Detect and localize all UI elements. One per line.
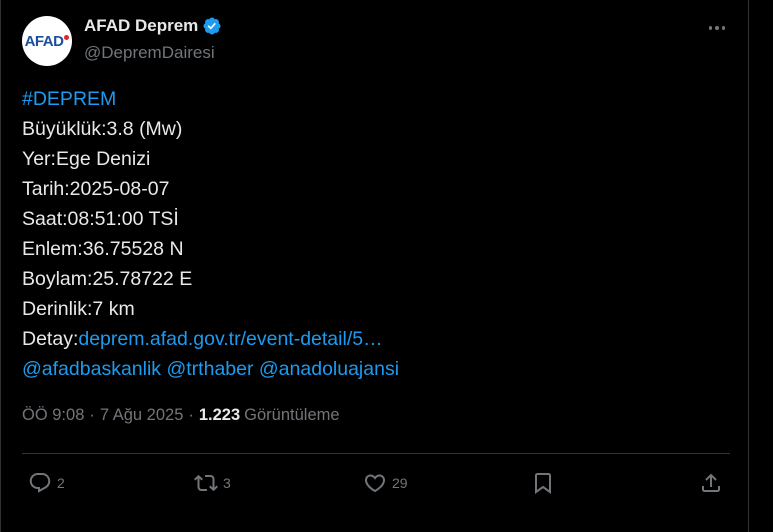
share-icon [702, 473, 720, 492]
tweet-text: #DEPREM Büyüklük:3.8 (Mw) Yer:Ege Denizi… [22, 84, 399, 384]
more-options-icon [708, 26, 713, 30]
logo-dot-icon [64, 34, 70, 40]
bookmark-icon [535, 473, 551, 494]
heart-icon [364, 474, 386, 493]
tweet-line-location: Yer:Ege Denizi [22, 148, 151, 170]
more-options-button[interactable] [703, 16, 731, 40]
reply-count: 2 [57, 475, 65, 491]
author-display-name[interactable]: AFAD Deprem [84, 16, 198, 36]
meta-separator: · [89, 406, 95, 424]
author-handle[interactable]: @DepremDairesi [84, 43, 215, 63]
tweet-line-longitude: Boylam:25.78722 E [22, 268, 193, 290]
tweet-line-date: Tarih:2025-08-07 [22, 178, 170, 200]
reply-icon [29, 473, 51, 493]
retweet-icon [194, 474, 218, 492]
tweet-line-depth: Derinlik:7 km [22, 298, 135, 320]
avatar[interactable]: AFAD [22, 16, 72, 66]
like-count: 29 [392, 475, 408, 491]
share-button[interactable] [699, 466, 723, 500]
tweet-date[interactable]: 7 Ağu 2025 [100, 406, 184, 425]
tweet-card: AFAD AFAD Deprem @DepremDairesi #DEPREM … [0, 0, 773, 532]
author-name-row[interactable]: AFAD Deprem [84, 16, 222, 36]
reply-button[interactable]: 2 [28, 466, 65, 500]
detail-link[interactable]: deprem.afad.gov.tr/event-detail/5… [78, 328, 382, 350]
mention-link[interactable]: @trthaber [166, 358, 253, 380]
meta-separator: · [188, 406, 194, 424]
verified-badge-icon[interactable] [202, 16, 222, 36]
left-border [0, 0, 1, 532]
divider [22, 453, 730, 454]
tweet-timestamp[interactable]: ÖÖ 9:08 [22, 406, 84, 425]
views-count[interactable]: 1.223 [199, 406, 240, 425]
bookmark-button[interactable] [531, 466, 555, 500]
mention-link[interactable]: @anadoluajansi [259, 358, 399, 380]
tweet-meta: ÖÖ 9:08 · 7 Ağu 2025 · 1.223 Görüntüleme [22, 406, 340, 425]
tweet-line-latitude: Enlem:36.75528 N [22, 238, 184, 260]
hashtag-link[interactable]: #DEPREM [22, 88, 116, 110]
more-options-dot [721, 26, 726, 30]
right-border [748, 0, 749, 532]
action-bar: 2 3 29 [22, 466, 730, 500]
detail-label: Detay: [22, 328, 79, 350]
retweet-count: 3 [223, 475, 231, 491]
tweet-line-time: Saat:08:51:00 TSİ [22, 208, 179, 230]
like-button[interactable]: 29 [363, 466, 408, 500]
tweet-line-magnitude: Büyüklük:3.8 (Mw) [22, 118, 183, 140]
avatar-logo-text: AFAD [24, 32, 64, 50]
mention-link[interactable]: @afadbaskanlik [22, 358, 161, 380]
retweet-button[interactable]: 3 [194, 466, 231, 500]
more-options-dot [715, 26, 719, 30]
views-label[interactable]: Görüntüleme [244, 406, 339, 425]
avatar-logo: AFAD [25, 33, 70, 50]
